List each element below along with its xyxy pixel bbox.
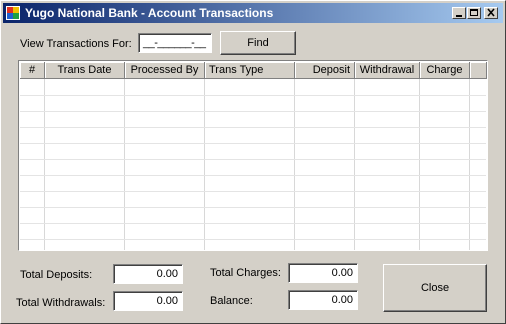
- total-deposits-field[interactable]: 0.00: [113, 264, 183, 284]
- total-deposits-label: Total Deposits:: [20, 269, 93, 281]
- total-charges-field[interactable]: 0.00: [288, 263, 358, 283]
- column-header-processed-by[interactable]: Processed By: [125, 62, 205, 79]
- minimize-icon: [456, 15, 462, 17]
- window-title: Yugo National Bank - Account Transaction…: [25, 6, 274, 20]
- grid-column-line: [204, 79, 205, 250]
- minimize-button[interactable]: [452, 7, 466, 19]
- close-window-button[interactable]: [484, 7, 498, 19]
- account-transactions-window: Yugo National Bank - Account Transaction…: [0, 0, 506, 324]
- grid-row-line: [20, 239, 486, 240]
- balance-label: Balance:: [210, 295, 253, 307]
- close-button[interactable]: Close: [383, 264, 487, 312]
- grid-row-line: [20, 207, 486, 208]
- grid-row-line: [20, 191, 486, 192]
- balance-field[interactable]: 0.00: [288, 290, 358, 310]
- date-input[interactable]: __-______-__: [138, 33, 212, 53]
- grid-row-line: [20, 143, 486, 144]
- find-button[interactable]: Find: [220, 31, 296, 55]
- grid-column-line: [44, 79, 45, 250]
- total-withdrawals-field[interactable]: 0.00: [113, 291, 183, 311]
- transactions-grid[interactable]: # Trans Date Processed By Trans Type Dep…: [18, 60, 488, 251]
- grid-row-line: [20, 95, 486, 96]
- view-transactions-label: View Transactions For:: [20, 38, 132, 50]
- title-bar[interactable]: Yugo National Bank - Account Transaction…: [3, 3, 503, 23]
- grid-column-line: [469, 79, 470, 250]
- grid-column-line: [124, 79, 125, 250]
- grid-row-line: [20, 159, 486, 160]
- column-header-deposit[interactable]: Deposit: [295, 62, 355, 79]
- column-header-trans-date[interactable]: Trans Date: [45, 62, 125, 79]
- column-header-number[interactable]: #: [20, 62, 45, 79]
- total-withdrawals-label: Total Withdrawals:: [16, 297, 106, 309]
- grid-column-line: [419, 79, 420, 250]
- total-charges-label: Total Charges:: [210, 267, 281, 279]
- app-icon: [6, 6, 20, 20]
- grid-column-line: [354, 79, 355, 250]
- grid-row-line: [20, 175, 486, 176]
- maximize-button[interactable]: [467, 7, 481, 19]
- column-header-trans-type[interactable]: Trans Type: [205, 62, 295, 79]
- close-icon: [487, 8, 495, 17]
- grid-row-line: [20, 223, 486, 224]
- column-header-filler: [470, 62, 487, 79]
- column-header-withdrawal[interactable]: Withdrawal: [355, 62, 420, 79]
- grid-column-line: [294, 79, 295, 250]
- grid-row-line: [20, 127, 486, 128]
- grid-row-line: [20, 111, 486, 112]
- maximize-icon: [470, 9, 478, 16]
- column-header-charge[interactable]: Charge: [420, 62, 470, 79]
